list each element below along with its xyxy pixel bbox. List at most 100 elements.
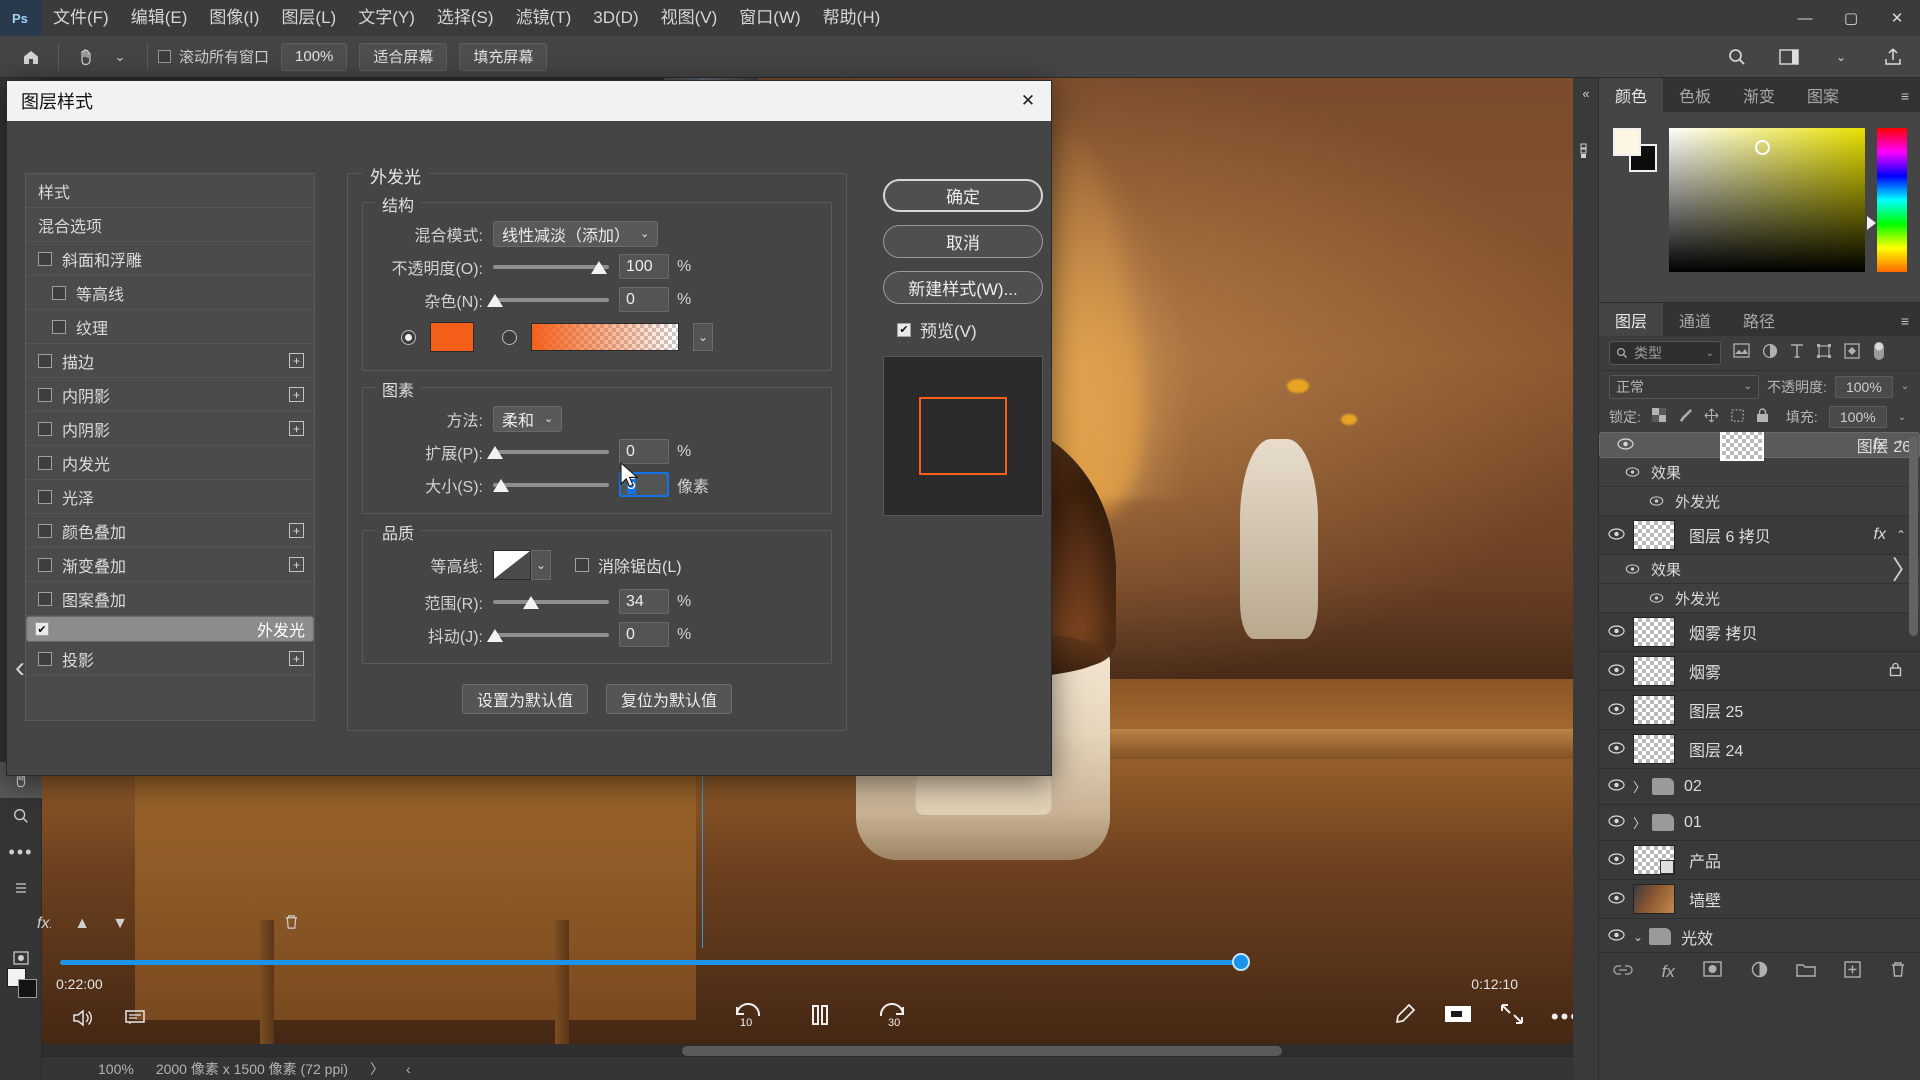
speaker-icon[interactable] [72,1008,94,1033]
mask-icon[interactable] [1703,961,1722,982]
checkbox[interactable] [38,489,52,504]
menu-edit[interactable]: 编辑(E) [120,0,199,36]
status-chevron-left[interactable]: ‹ [406,1061,411,1077]
menu-file[interactable]: 文件(F) [42,0,120,36]
layer-name[interactable]: 烟雾 [1689,659,1721,683]
shape-filter-icon[interactable] [1816,343,1832,364]
slider-thumb[interactable] [523,595,539,609]
menu-select[interactable]: 选择(S) [426,0,505,36]
contour-picker-caret-icon[interactable]: ⌄ [531,550,551,580]
layer-name[interactable]: 图层 6 拷贝 [1689,523,1771,547]
jitter-input[interactable]: 0 [619,622,669,647]
scroll-all-windows-checkbox[interactable]: 滚动所有窗口 [158,46,269,67]
tool-preset-caret-icon[interactable]: ⌄ [103,42,137,72]
tab-channels[interactable]: 通道 [1663,303,1728,336]
table-row[interactable]: 〉 02 [1599,769,1920,805]
new-style-button[interactable]: 新建样式(W)... [883,271,1043,304]
menu-image[interactable]: 图像(I) [198,0,270,36]
checkbox[interactable]: ✔ [897,322,911,337]
layer-fx-badge[interactable]: fx [1874,526,1886,544]
layer-lock-icon[interactable] [1889,662,1902,680]
pause-button[interactable] [807,1002,833,1033]
style-list-item-drop-shadow[interactable]: 投影 + [26,642,314,676]
trash-icon[interactable] [284,914,299,935]
move-down-icon[interactable]: ▼ [112,915,128,933]
slider-thumb[interactable] [591,260,607,274]
status-chevron-right[interactable]: 〉 [370,1059,384,1079]
layer-visibility-icon[interactable] [1599,928,1633,945]
layer-thumbnail[interactable] [1633,884,1675,914]
slider-thumb[interactable] [487,628,503,642]
cancel-button[interactable]: 取消 [883,225,1043,258]
spread-slider[interactable] [487,444,609,460]
layer-fx-badge[interactable]: fx [1873,436,1885,454]
collapse-icon[interactable] [1499,1002,1525,1031]
slider-thumb[interactable] [487,293,503,307]
add-effect-icon[interactable]: + [289,651,304,666]
layer-thumbnail[interactable] [1633,656,1675,686]
layer-name[interactable]: 烟雾 拷贝 [1689,620,1757,644]
type-filter-icon[interactable] [1790,343,1804,364]
quick-mask-icon[interactable] [0,940,42,976]
opacity-value[interactable]: 100% [1834,375,1893,398]
delete-icon[interactable] [1890,961,1906,983]
panel-collapse-arrow-icon[interactable]: ‹ [15,651,25,685]
table-row[interactable]: ⌄ 光效 [1599,919,1920,952]
technique-select[interactable]: 柔和 ⌄ [493,405,563,432]
zoom-100-button[interactable]: 100% [281,42,348,71]
pencil-icon[interactable] [1393,1002,1417,1031]
size-slider[interactable] [493,477,609,493]
lock-transparency-icon[interactable] [1651,408,1667,426]
effects-visibility-icon[interactable] [1615,465,1649,480]
checkbox[interactable] [38,421,52,436]
solid-color-radio[interactable] [401,329,416,345]
table-row[interactable]: 图层 25 [1599,691,1920,730]
style-list-item-styles[interactable]: 样式 [26,174,314,208]
layer-name[interactable]: 光效 [1681,925,1713,949]
glow-gradient-preview[interactable] [531,323,679,351]
style-list-item-pattern-overlay[interactable]: 图案叠加 [26,582,314,616]
checkbox[interactable] [52,319,66,334]
layer-visibility-icon[interactable] [1599,624,1633,641]
checkbox[interactable] [38,455,52,470]
glow-color-swatch[interactable] [430,322,474,352]
fill-screen-button[interactable]: 填充屏幕 [459,42,548,71]
checkbox[interactable] [52,285,66,300]
group-expand-caret-icon[interactable]: 〉 [1633,813,1646,832]
tab-color[interactable]: 颜色 [1599,78,1664,112]
layer-thumbnail[interactable] [1633,734,1675,764]
layer-thumbnail[interactable] [1633,695,1675,725]
layer-expand-caret-icon[interactable]: ⌃ [1896,528,1906,542]
close-button[interactable]: ✕ [1874,0,1920,36]
filter-toggle-icon[interactable] [1872,340,1886,367]
style-list-item-color-overlay[interactable]: 颜色叠加 + [26,514,314,548]
checkbox[interactable] [38,387,52,402]
group-expand-caret-icon[interactable]: 〉 [1633,777,1646,796]
opacity-input[interactable]: 100 [619,254,669,279]
ok-button[interactable]: 确定 [883,179,1043,212]
layer-visibility-icon[interactable] [1608,437,1642,454]
table-row[interactable]: 图层 6 拷贝 fx ⌃ [1599,516,1920,555]
layer-thumbnail[interactable] [1720,432,1765,461]
background-color-swatch[interactable] [18,979,37,998]
list-item[interactable]: 效果 [1599,458,1920,487]
checkbox[interactable] [38,651,52,666]
list-item[interactable]: 效果 [1599,555,1920,584]
new-layer-icon[interactable] [1844,960,1862,983]
minimize-button[interactable]: — [1782,0,1828,36]
style-list-item-blending-options[interactable]: 混合选项 [26,208,314,242]
style-list-item-bevel-emboss[interactable]: 斜面和浮雕 [26,242,314,276]
style-list-item-inner-glow[interactable]: 内发光 [26,446,314,480]
layer-visibility-icon[interactable] [1599,891,1633,908]
checkbox[interactable] [38,557,52,572]
adjustment-icon[interactable] [1751,961,1768,983]
table-row[interactable]: 烟雾 拷贝 [1599,613,1920,652]
add-effect-icon[interactable]: + [289,557,304,572]
comment-icon[interactable] [124,1008,146,1033]
reset-default-button[interactable]: 复位为默认值 [606,684,733,714]
color-panel-swatches[interactable] [1613,128,1657,172]
layer-visibility-icon[interactable] [1599,702,1633,719]
checkbox[interactable]: ✔ [35,622,49,636]
menu-layer[interactable]: 图层(L) [270,0,347,36]
edit-toolbar-icon[interactable] [0,870,42,906]
